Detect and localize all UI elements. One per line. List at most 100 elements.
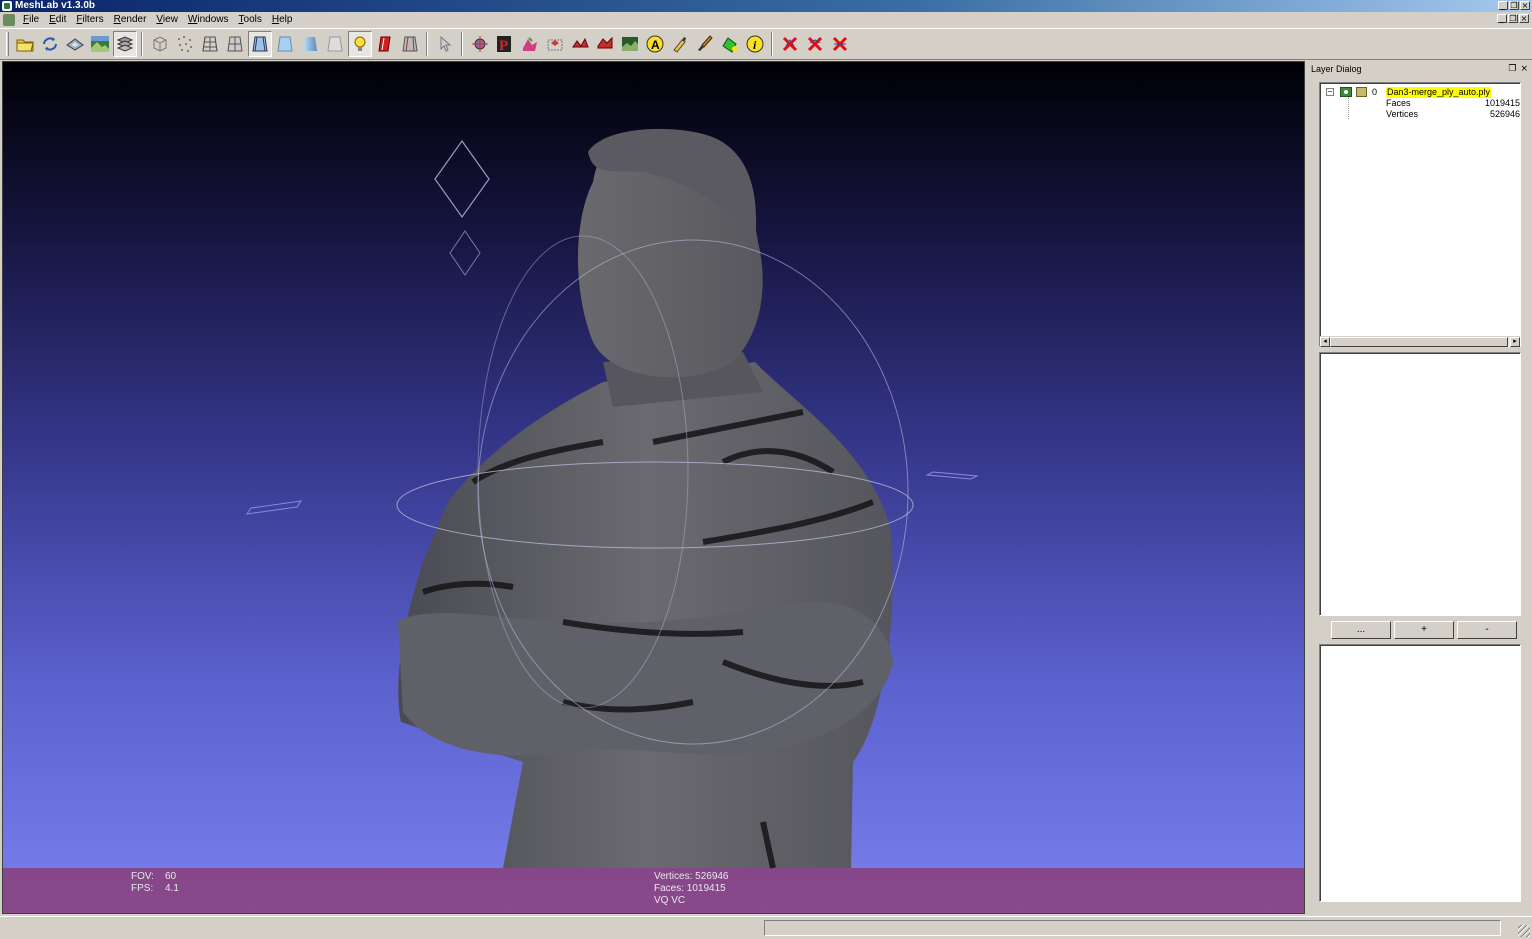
points-icon[interactable] (173, 31, 197, 57)
hidden-lines-icon[interactable] (223, 31, 247, 57)
fps-label: FPS: (131, 883, 154, 894)
select-cursor-icon[interactable] (433, 31, 457, 57)
vertices-row: Vertices 526946 (1324, 109, 1520, 120)
layer-list[interactable]: − 0 Dan3-merge_ply_auto.ply Faces 101941… (1319, 82, 1521, 347)
light-bulb-icon[interactable] (347, 31, 372, 57)
status-bar (0, 916, 1532, 939)
fov-value: 60 (165, 871, 177, 882)
svg-text:A: A (651, 38, 660, 52)
vertices-count: Vertices: 526946 (654, 871, 729, 882)
delete-vertices-icon[interactable] (778, 31, 802, 57)
point-cloud-scene (245, 128, 979, 869)
visibility-eye-icon[interactable] (1340, 87, 1352, 97)
wireframe-icon[interactable] (198, 31, 222, 57)
info-icon[interactable]: i (743, 31, 767, 57)
menu-bar: File Edit Filters Render View Windows To… (0, 12, 1532, 28)
scroll-thumb[interactable] (1330, 337, 1508, 347)
snapshot-icon[interactable] (88, 31, 112, 57)
toolbar-separator (461, 32, 463, 56)
title-bar[interactable]: MeshLab v1.3.0b _ ❐ × (0, 0, 1532, 12)
delete-faces-icon[interactable] (803, 31, 827, 57)
delete-faces-vertices-icon[interactable] (828, 31, 852, 57)
faces-value: 1019415 (1484, 98, 1520, 108)
menu-view[interactable]: View (151, 12, 183, 28)
vertices-label: Vertices (1386, 109, 1419, 119)
meshlab-window: MeshLab v1.3.0b _ ❐ × File Edit Filters … (0, 0, 1532, 939)
select-connected-icon[interactable] (593, 31, 617, 57)
fov-label: FOV: (131, 871, 154, 882)
align-icon[interactable] (618, 31, 642, 57)
meshlab-app-icon (2, 1, 12, 11)
mdi-minimize-icon[interactable]: _ (1497, 14, 1507, 23)
flat-icon[interactable] (273, 31, 297, 57)
select-faces-icon[interactable] (543, 31, 567, 57)
mesh-stats: Vertices: 526946 Faces: 1019415 VQ VC (654, 871, 729, 907)
menu-tools[interactable]: Tools (234, 12, 267, 28)
texture-icon[interactable] (323, 31, 347, 57)
scroll-left-icon[interactable]: ◂ (1320, 337, 1330, 347)
horizontal-scrollbar[interactable]: ◂ ▸ (1320, 336, 1520, 347)
light-marker-right (925, 471, 979, 480)
decorator-panel (1319, 352, 1521, 616)
toolbar-separator (771, 32, 773, 56)
float-icon[interactable]: ❐ (1508, 63, 1516, 75)
light-marker-left (245, 500, 303, 515)
document-icon[interactable] (3, 14, 15, 26)
window-title: MeshLab v1.3.0b (15, 0, 96, 11)
main-toolbar: P A i (0, 28, 1532, 60)
import-mesh-icon[interactable] (63, 31, 87, 57)
add-button[interactable]: + (1394, 621, 1454, 639)
vertex-color-paint-icon[interactable] (518, 31, 542, 57)
mdi-restore-icon[interactable]: ❐ (1508, 14, 1518, 23)
resize-grip-icon[interactable] (1518, 925, 1530, 937)
mesh-file-icon (1356, 87, 1367, 97)
brush-icon[interactable] (693, 31, 717, 57)
menu-help[interactable]: Help (267, 12, 298, 28)
faces-row: Faces 1019415 (1324, 97, 1520, 119)
bounding-box-icon[interactable] (148, 31, 172, 57)
menu-edit[interactable]: Edit (44, 12, 71, 28)
measure-tool-icon[interactable] (668, 31, 692, 57)
layer-dialog-titlebar[interactable]: Layer Dialog ❐ × (1311, 63, 1528, 75)
reload-icon[interactable] (38, 31, 62, 57)
layer-buttons: ... + - (1331, 621, 1517, 639)
manipulator-icon[interactable] (468, 31, 492, 57)
layer-dialog: Layer Dialog ❐ × − 0 Dan3-merge_ply_auto… (1309, 61, 1530, 914)
toolbar-grip[interactable] (6, 32, 9, 56)
remove-button[interactable]: - (1457, 621, 1517, 639)
more-button[interactable]: ... (1331, 621, 1391, 639)
fps-value: 4.1 (165, 883, 179, 894)
restore-icon[interactable]: ❐ (1509, 1, 1519, 10)
select-region-icon[interactable] (568, 31, 592, 57)
menu-file[interactable]: File (18, 12, 44, 28)
crossed-arms (398, 601, 893, 756)
layers-icon[interactable] (112, 31, 137, 57)
dock-close-icon[interactable]: × (1520, 63, 1528, 75)
layer-index: 0 (1372, 87, 1378, 97)
paint-p-icon[interactable]: P (493, 31, 517, 57)
collapse-icon[interactable]: − (1326, 88, 1334, 96)
toolbar-separator (141, 32, 143, 56)
double-side-lighting-icon[interactable] (373, 31, 397, 57)
close-icon[interactable]: × (1520, 1, 1530, 10)
3d-viewport[interactable]: FOV: 60 FPS: 4.1 Vertices: 526946 Faces: 1… (2, 61, 1305, 914)
smooth-icon[interactable] (298, 31, 322, 57)
render-stats: FOV: 60 FPS: 4.1 (131, 871, 179, 895)
green-paint-icon[interactable] (718, 31, 742, 57)
annotation-a-icon[interactable]: A (643, 31, 667, 57)
light-marker-large (434, 139, 490, 219)
faces-label: Faces (1386, 98, 1411, 108)
mdi-close-icon[interactable]: × (1519, 14, 1529, 23)
layer-row[interactable]: − 0 Dan3-merge_ply_auto.ply (1324, 87, 1520, 98)
flat-lines-icon[interactable] (247, 31, 272, 57)
menu-filters[interactable]: Filters (71, 12, 108, 28)
layer-name[interactable]: Dan3-merge_ply_auto.ply (1386, 87, 1492, 98)
vertices-value: 526946 (1489, 109, 1520, 119)
menu-windows[interactable]: Windows (183, 12, 234, 28)
open-folder-icon[interactable] (13, 31, 37, 57)
menu-render[interactable]: Render (109, 12, 152, 28)
backface-culling-icon[interactable] (398, 31, 422, 57)
minimize-icon[interactable]: _ (1498, 1, 1508, 10)
status-progress-field (764, 920, 1501, 936)
scroll-right-icon[interactable]: ▸ (1510, 337, 1520, 347)
